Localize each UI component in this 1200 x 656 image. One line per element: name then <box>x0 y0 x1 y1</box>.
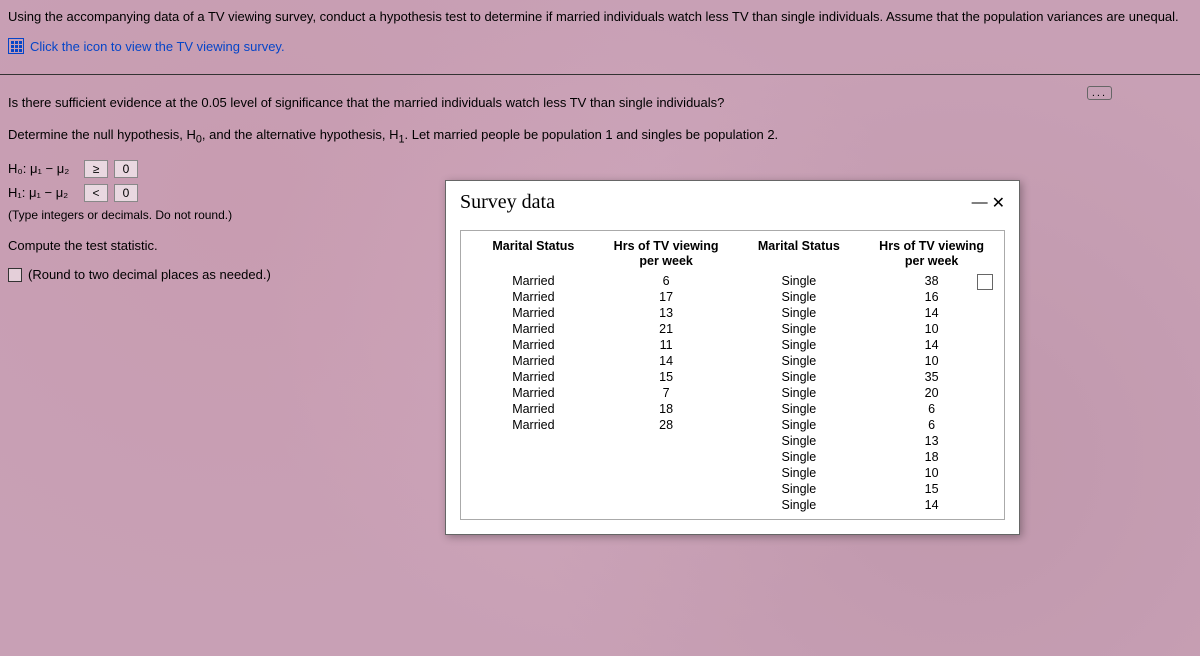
h0-value-input[interactable]: 0 <box>114 160 138 178</box>
minimize-icon[interactable]: — <box>972 194 988 212</box>
table-cell: 11 <box>600 337 733 353</box>
table-cell: Single <box>733 481 866 497</box>
table-cell: 13 <box>865 433 998 449</box>
table-cell: 28 <box>600 417 733 433</box>
h1-value-input[interactable]: 0 <box>114 184 138 202</box>
table-cell: Single <box>733 497 866 513</box>
table-cell: Married <box>467 353 600 369</box>
table-cell: Single <box>733 337 866 353</box>
table-cell: Single <box>733 353 866 369</box>
table-cell: 20 <box>865 385 998 401</box>
answer-checkbox[interactable] <box>8 268 22 282</box>
table-cell: Single <box>733 385 866 401</box>
table-cell: Single <box>733 401 866 417</box>
h1-expression: H₁: μ₁ − μ₂ <box>8 185 78 200</box>
evidence-prompt: Is there sufficient evidence at the 0.05… <box>8 93 1192 113</box>
table-header: Marital Status <box>467 237 600 273</box>
table-cell <box>600 497 733 513</box>
table-cell: Married <box>467 337 600 353</box>
table-cell: 14 <box>865 337 998 353</box>
table-cell: Single <box>733 369 866 385</box>
table-cell: Married <box>467 273 600 289</box>
hypothesis-setup-prompt: Determine the null hypothesis, H0, and t… <box>8 125 1192 148</box>
table-cell <box>467 465 600 481</box>
table-header: Hrs of TV viewing per week <box>600 237 733 273</box>
table-cell <box>600 465 733 481</box>
table-cell: 21 <box>600 321 733 337</box>
table-cell <box>467 497 600 513</box>
table-cell: 6 <box>600 273 733 289</box>
null-hypothesis-row: H₀: μ₁ − μ₂ ≥ 0 <box>8 160 1192 178</box>
table-cell: 18 <box>600 401 733 417</box>
table-cell: 13 <box>600 305 733 321</box>
table-cell: Married <box>467 385 600 401</box>
h0-expression: H₀: μ₁ − μ₂ <box>8 161 78 176</box>
survey-link-label: Click the icon to view the TV viewing su… <box>30 39 285 54</box>
table-cell: Single <box>733 465 866 481</box>
table-header: Marital Status <box>733 237 866 273</box>
table-cell: Single <box>733 289 866 305</box>
table-cell: Single <box>733 449 866 465</box>
table-cell: 17 <box>600 289 733 305</box>
table-cell: Married <box>467 401 600 417</box>
table-cell: 14 <box>600 353 733 369</box>
dialog-title: Survey data <box>460 191 555 214</box>
table-cell <box>600 433 733 449</box>
table-cell <box>467 481 600 497</box>
survey-link[interactable]: Click the icon to view the TV viewing su… <box>8 38 1192 54</box>
section-divider <box>0 74 1200 75</box>
table-cell <box>467 433 600 449</box>
table-cell <box>467 449 600 465</box>
table-cell <box>600 449 733 465</box>
table-cell: 6 <box>865 401 998 417</box>
table-cell: 7 <box>600 385 733 401</box>
table-cell: Married <box>467 321 600 337</box>
table-cell: Married <box>467 417 600 433</box>
table-cell: 16 <box>865 289 998 305</box>
table-cell: Single <box>733 433 866 449</box>
table-cell: 35 <box>865 369 998 385</box>
table-cell: Single <box>733 321 866 337</box>
table-cell: 10 <box>865 321 998 337</box>
table-cell: 15 <box>865 481 998 497</box>
close-icon[interactable]: ✕ <box>992 193 1005 213</box>
question-text: Using the accompanying data of a TV view… <box>8 8 1192 26</box>
table-cell: 15 <box>600 369 733 385</box>
table-cell: Married <box>467 305 600 321</box>
h1-operator-input[interactable]: < <box>84 184 108 202</box>
table-header: Hrs of TV viewing per week <box>865 237 998 273</box>
copy-icon[interactable] <box>979 276 993 290</box>
table-cell: Single <box>733 305 866 321</box>
survey-data-table: Marital StatusHrs of TV viewing per week… <box>460 230 1005 520</box>
table-cell: Married <box>467 289 600 305</box>
h0-operator-input[interactable]: ≥ <box>84 160 108 178</box>
survey-data-dialog: Survey data — ✕ Marital StatusHrs of TV … <box>445 180 1020 535</box>
more-options-button[interactable]: ... <box>1087 86 1112 100</box>
table-cell: Married <box>467 369 600 385</box>
table-cell: Single <box>733 417 866 433</box>
table-cell <box>600 481 733 497</box>
table-cell: 14 <box>865 497 998 513</box>
table-cell: Single <box>733 273 866 289</box>
rounding-hint-2: (Round to two decimal places as needed.) <box>28 267 271 282</box>
table-cell: 6 <box>865 417 998 433</box>
table-cell: 18 <box>865 449 998 465</box>
table-icon <box>8 38 24 54</box>
table-cell: 14 <box>865 305 998 321</box>
table-cell: 10 <box>865 465 998 481</box>
table-cell: 10 <box>865 353 998 369</box>
